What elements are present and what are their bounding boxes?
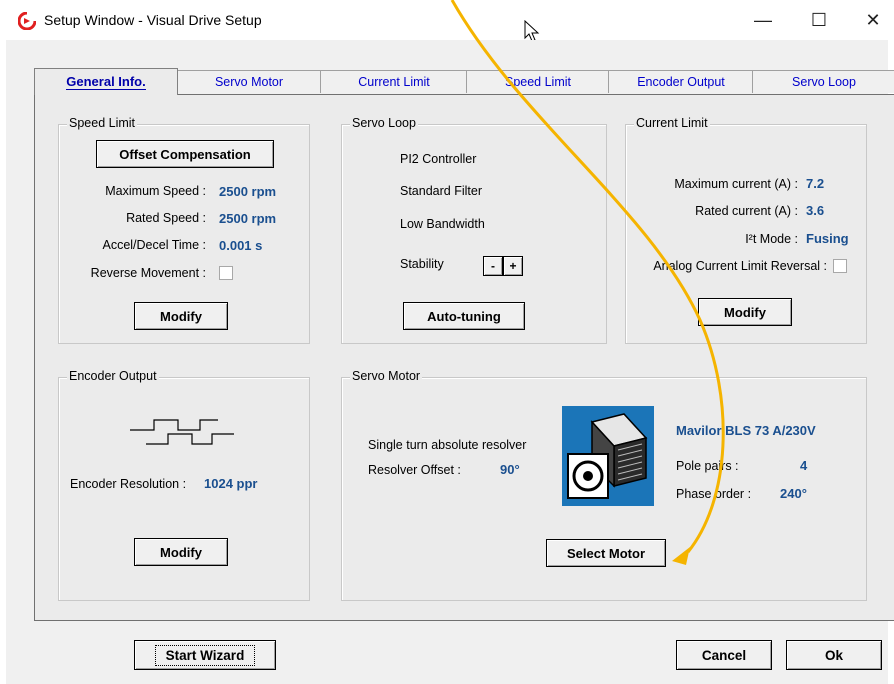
close-button[interactable]: ✕ (850, 0, 894, 40)
servo-motor-title: Servo Motor (350, 369, 423, 383)
offset-compensation-button[interactable]: Offset Compensation (96, 140, 274, 168)
select-motor-button[interactable]: Select Motor (546, 539, 666, 567)
tab-speed-limit[interactable]: Speed Limit (466, 70, 610, 93)
i2t-mode-label: I²t Mode : (745, 232, 798, 246)
max-current-label: Maximum current (A) : (674, 177, 798, 191)
analog-reversal-checkbox[interactable] (833, 259, 847, 273)
tab-current-limit[interactable]: Current Limit (320, 70, 468, 93)
title-bar: Setup Window - Visual Drive Setup — ☐ ✕ (0, 0, 894, 40)
minimize-button[interactable]: — (740, 0, 786, 40)
maximize-icon: ☐ (810, 9, 828, 30)
filter-type: Standard Filter (400, 184, 482, 198)
motor-name: Mavilor BLS 73 A/230V (676, 423, 816, 438)
pole-pairs-label: Pole pairs : (676, 459, 739, 473)
stability-plus-button[interactable]: + (503, 256, 523, 276)
accel-decel-value: 0.001 s (219, 238, 263, 253)
tab-encoder-output[interactable]: Encoder Output (608, 70, 754, 93)
current-limit-title: Current Limit (634, 116, 710, 130)
max-speed-value: 2500 rpm (219, 184, 277, 199)
maximize-button[interactable]: ☐ (796, 0, 842, 40)
encoder-output-title: Encoder Output (67, 369, 159, 383)
accel-decel-label: Accel/Decel Time : (102, 238, 206, 252)
square-wave-icon (130, 419, 234, 445)
rated-speed-label: Rated Speed : (126, 211, 206, 225)
window-title: Setup Window - Visual Drive Setup (44, 12, 262, 28)
encoder-resolution-value: 1024 ppr (204, 476, 258, 491)
minimize-icon: — (754, 9, 772, 30)
reverse-movement-label: Reverse Movement : (90, 266, 206, 280)
current-limit-modify-button[interactable]: Modify (698, 298, 792, 326)
controller-type: PI2 Controller (400, 152, 477, 166)
speed-limit-modify-button[interactable]: Modify (134, 302, 228, 330)
motor-image (562, 406, 654, 506)
analog-reversal-label: Analog Current Limit Reversal : (653, 259, 827, 273)
resolver-offset-label: Resolver Offset : (368, 463, 461, 477)
resolver-type: Single turn absolute resolver (368, 438, 527, 452)
auto-tuning-button[interactable]: Auto-tuning (403, 302, 525, 330)
reverse-movement-checkbox[interactable] (219, 266, 233, 280)
stability-label: Stability (400, 257, 444, 271)
phase-order-label: Phase order : (676, 487, 752, 501)
stability-minus-button[interactable]: - (483, 256, 503, 276)
speed-limit-title: Speed Limit (67, 116, 138, 130)
rated-speed-value: 2500 rpm (219, 211, 277, 226)
start-wizard-button[interactable]: Start Wizard (134, 640, 276, 670)
encoder-resolution-label: Encoder Resolution : (70, 477, 187, 491)
resolver-offset-value: 90° (500, 462, 520, 477)
app-icon (18, 12, 36, 30)
pole-pairs-value: 4 (800, 458, 808, 473)
bandwidth-type: Low Bandwidth (400, 217, 485, 231)
servo-loop-title: Servo Loop (350, 116, 418, 130)
cancel-button[interactable]: Cancel (676, 640, 772, 670)
phase-order-value: 240° (780, 486, 807, 501)
rated-current-value: 3.6 (806, 203, 825, 218)
max-speed-label: Maximum Speed : (105, 184, 206, 198)
rated-current-label: Rated current (A) : (695, 204, 798, 218)
max-current-value: 7.2 (806, 176, 825, 191)
tab-general-info[interactable]: General Info. (34, 68, 178, 95)
encoder-output-modify-button[interactable]: Modify (134, 538, 228, 566)
tab-servo-loop[interactable]: Servo Loop (752, 70, 894, 93)
tab-servo-motor[interactable]: Servo Motor (176, 70, 322, 93)
ok-button[interactable]: Ok (786, 640, 882, 670)
i2t-mode-value: Fusing (806, 231, 849, 246)
close-icon: ✕ (865, 9, 881, 30)
